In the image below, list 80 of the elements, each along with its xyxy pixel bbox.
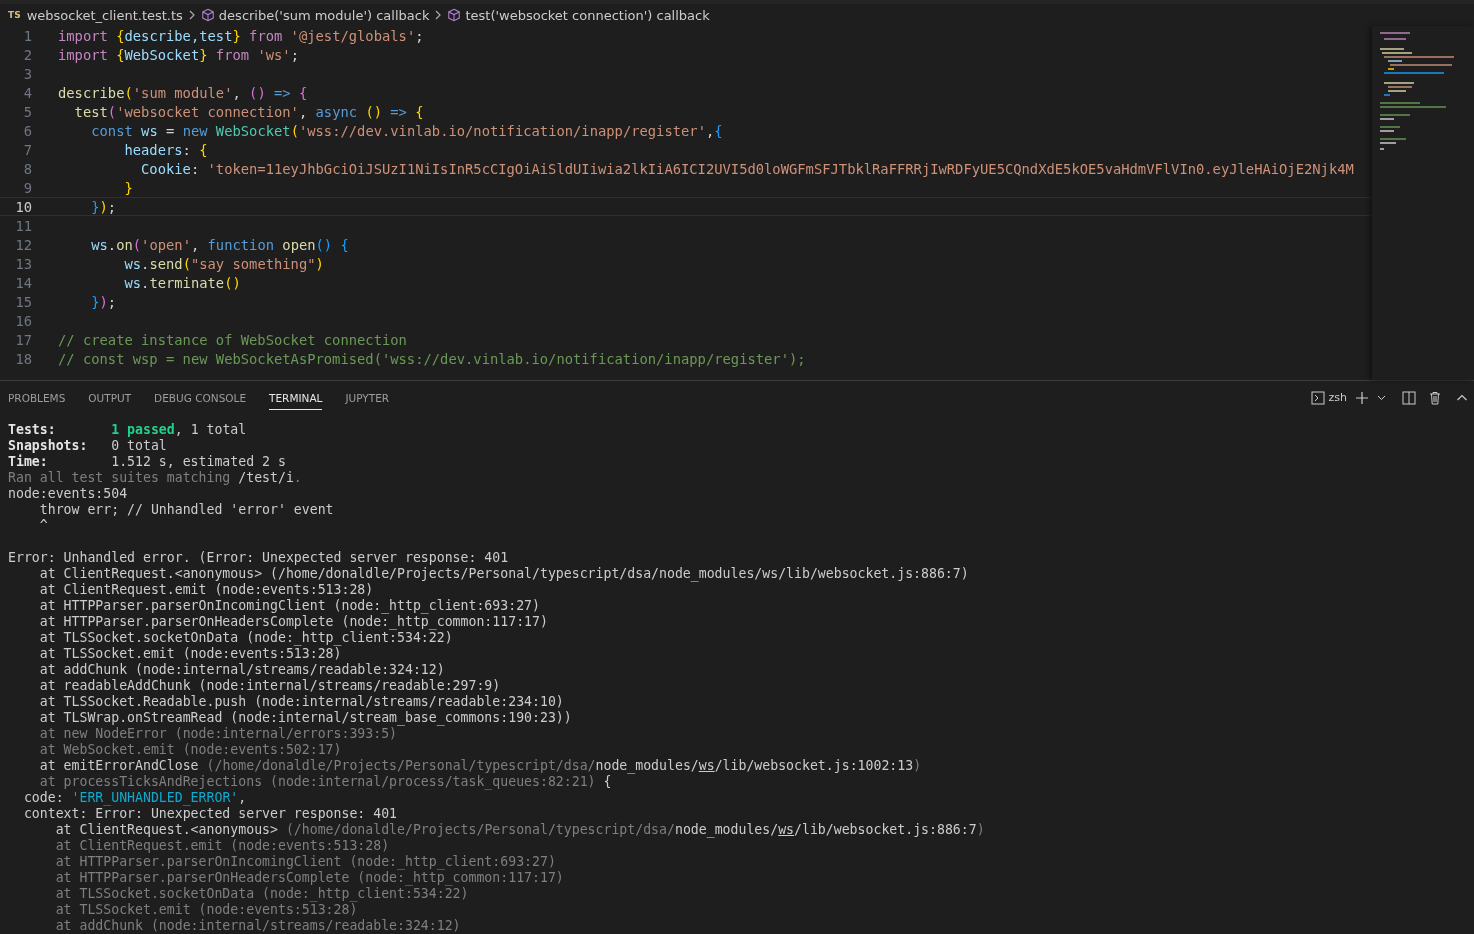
terminal-line: at HTTPParser.parserOnHeadersComplete (node:_http_common:117:17) [38,614,549,630]
code-line: import {WebSocket} from 'ws'; [58,46,299,63]
trash-icon[interactable] [1428,390,1442,405]
line-number: 1 [22,27,32,44]
typescript-label: TS [8,10,21,20]
terminal-line: at TLSSocket.socketOnData (node:_http_client:534:22) [38,630,454,646]
code-line: headers: { [123,141,208,158]
line-number: 7 [22,141,32,158]
line-number: 4 [22,84,32,101]
terminal-line: at ClientRequest.<anonymous> (/home/donaldle/Projects/Personal/typescript/dsa/node_modules/ws/lib/websocket.js:886:7) [54,822,986,838]
terminal-line: at new NodeError (node:internal/errors:393:5) [38,726,399,742]
panel-tab[interactable]: PROBLEMS [8,385,66,410]
code-line: ws.terminate() [123,274,241,291]
line-number: 17 [14,331,32,348]
line-number: 13 [14,255,32,272]
split-icon[interactable] [1402,390,1416,405]
terminal-line: Error: Unhandled error. (Error: Unexpected server response: 401 [8,550,510,566]
terminal-line: node:events:504 [8,486,129,502]
code-line: }); [90,293,117,310]
line-number: 14 [14,274,32,291]
line-number: 9 [22,179,32,196]
line-number: 10 [14,198,32,215]
terminal-line: at TLSSocket.Readable.push (node:internal/streams/readable:234:10) [38,694,565,710]
line-number: 3 [22,65,32,82]
line-number: 6 [22,122,32,139]
code-line: ws.send("say something") [123,255,324,272]
terminal-line: Ran all test suites matching /test/i. [8,470,303,486]
cube-icon [447,8,462,22]
terminal-line: at TLSSocket.socketOnData (node:_http_client:534:22) [54,886,470,902]
terminal-line: context: Error: Unexpected server response: 401 [22,806,399,822]
terminal-line: at ClientRequest.emit (node:events:513:28) [38,582,375,598]
terminal-line: throw err; // Unhandled 'error' event [38,502,335,518]
code-line: import {describe,test} from '@jest/globals'; [58,27,424,44]
terminal-line: at HTTPParser.parserOnIncomingClient (node:_http_client:693:27) [38,598,541,614]
terminal-line: at ClientRequest.<anonymous> (/home/donaldle/Projects/Personal/typescript/dsa/node_modules/ws/lib/websocket.js:886:7) [38,566,970,582]
chevron-down-icon[interactable] [1377,393,1386,402]
terminal-line: at WebSocket.emit (node:events:502:17) [38,742,343,758]
terminal-line: at emitErrorAndClose (/home/donaldle/Projects/Personal/typescript/dsa/node_modules/ws/lib/websocket.js:1002:13) [38,758,923,774]
code-line: describe('sum module', () => { [58,84,308,101]
terminal-line: Time: 1.512 s, estimated 2 s [8,454,287,470]
panel-tab[interactable]: OUTPUT [88,385,132,410]
code-line: const ws = new WebSocket('wss://dev.vinlab.io/notification/inapp/register',{ [90,122,723,139]
terminal-line: ^ [38,518,49,534]
terminal-line: at HTTPParser.parserOnIncomingClient (node:_http_client:693:27) [54,854,557,870]
terminal-line: Tests: 1 passed, 1 total [8,422,248,438]
panel-tab[interactable]: JUPYTER [345,385,390,410]
panel-tab[interactable]: TERMINAL [269,385,323,410]
code-line: } [123,179,133,196]
panel-tab[interactable]: DEBUG CONSOLE [154,385,247,410]
line-number: 12 [14,236,32,253]
code-line: // create instance of WebSocket connection [58,331,407,348]
line-number: 11 [14,217,32,234]
code-line: Cookie: 'token=11eyJhbGciOiJSUzI1NiIsInR5cCIgOiAiSldUIiwia2lkIiA6ICI2UVI5d0loWGFmSFJTbklRaFFRRjIwRDFyUE5CQndXdE5kOE5vaHdmVFlVIn0.eyJleHAiOjE2Njk4M [140,160,1354,177]
cube-icon [200,8,215,22]
terminal-line: at HTTPParser.parserOnHeadersComplete (node:_http_common:117:17) [54,870,565,886]
line-number: 15 [14,293,32,310]
terminal-line: at addChunk (node:internal/streams/readable:324:12) [54,918,462,934]
code-line: ws.on('open', function open() { [90,236,349,253]
terminal-line: Snapshots: 0 total [8,438,168,454]
plus-icon[interactable] [1355,390,1369,405]
terminal-shell-button[interactable]: zsh [1310,390,1347,405]
terminal-line: at addChunk (node:internal/streams/readable:324:12) [38,662,446,678]
terminal-line: at readableAddChunk (node:internal/streams/readable:297:9) [38,678,502,694]
terminal-line: at TLSSocket.emit (node:events:513:28) [54,902,359,918]
terminal-line: at TLSWrap.onStreamRead (node:internal/stream_base_commons:190:23)) [38,710,573,726]
line-number: 2 [22,46,32,63]
terminal-line: at ClientRequest.emit (node:events:513:28) [54,838,391,854]
terminal-line: at TLSSocket.emit (node:events:513:28) [38,646,343,662]
code-line: // const wsp = new WebSocketAsPromised('wss://dev.vinlab.io/notification/inapp/register'); [58,350,806,367]
line-number: 18 [14,350,32,367]
breadcrumb-item[interactable]: websocket_client.test.ts [26,7,183,23]
terminal-line: at processTicksAndRejections (node:internal/process/task_queues:82:21) { [38,774,613,790]
breadcrumb-item[interactable]: test('websocket connection') callback [465,7,710,23]
breadcrumb-item[interactable]: describe('sum module') callback [218,7,430,23]
line-number: 8 [22,160,32,177]
line-number: 5 [22,103,32,120]
code-line: test('websocket connection', async () => { [73,103,424,120]
terminal-line: code: 'ERR_UNHANDLED_ERROR', [22,790,248,806]
line-number: 16 [14,312,32,329]
code-line: }); [90,198,117,215]
